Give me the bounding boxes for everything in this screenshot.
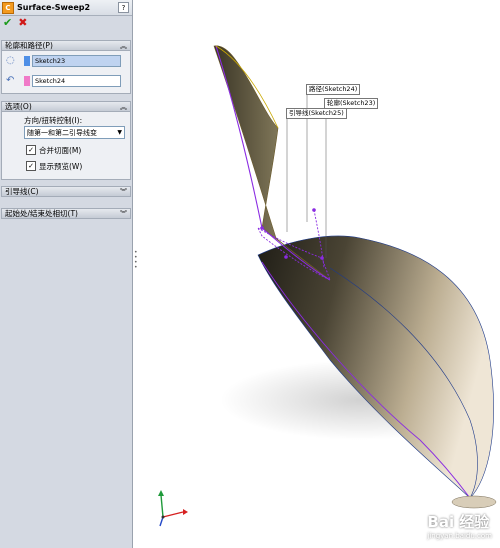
merge-faces-checkbox[interactable]: ✓ 合并切面(M) — [26, 142, 130, 158]
path-callout[interactable]: 路径(Sketch24) — [306, 84, 361, 95]
expand-chevron-icon[interactable]: ︾ — [120, 187, 127, 197]
path-row: ↶ Sketch24 — [2, 71, 130, 91]
expand-chevron-icon[interactable]: ︾ — [120, 209, 127, 219]
watermark: Bai 经验 jingyan.baidu.com — [427, 511, 492, 540]
graphics-viewport[interactable] — [138, 0, 500, 548]
profile-selection-box[interactable]: Sketch23 — [32, 55, 121, 67]
collapse-chevron-icon[interactable]: ︽ — [120, 102, 127, 112]
profile-path-header-label: 轮廓和路径(P) — [5, 41, 53, 50]
collapse-chevron-icon[interactable]: ︽ — [120, 41, 127, 51]
axis-triad-icon — [158, 490, 188, 527]
sketch-point — [284, 255, 288, 259]
profile-path-header[interactable]: 轮廓和路径(P) ︽ — [1, 40, 131, 51]
merge-faces-label: 合并切面(M) — [39, 145, 82, 155]
checkbox-checked-icon: ✓ — [26, 145, 36, 155]
sweep-feature-icon: C — [2, 1, 14, 14]
cancel-button[interactable]: ✖ — [18, 17, 27, 28]
profile-path-group: 轮廓和路径(P) ︽ ◌ Sketch23 ↶ Sketch24 — [1, 40, 131, 94]
confirm-bar: ✔ ✖ — [0, 16, 132, 30]
guide-callout[interactable]: 引导线(Sketch25) — [286, 108, 347, 119]
sketch-point — [260, 226, 264, 230]
show-preview-label: 显示预览(W) — [39, 161, 83, 171]
orientation-value: 随第一和第二引导线变 — [27, 128, 97, 137]
property-manager: C Surface-Sweep2 ? ✔ ✖ 轮廓和路径(P) ︽ ◌ Sket… — [0, 0, 133, 548]
tangency-header-label: 起始处/结束处相切(T) — [5, 209, 78, 218]
feature-title: Surface-Sweep2 — [17, 3, 91, 12]
checkbox-checked-icon: ✓ — [26, 161, 36, 171]
path-icon: ↶ — [6, 75, 15, 86]
orientation-label: 方向/扭转控制(I): — [24, 116, 83, 125]
orientation-dropdown[interactable]: 随第一和第二引导线变 ▼ — [24, 126, 125, 139]
tangency-header[interactable]: 起始处/结束处相切(T) ︾ — [1, 208, 131, 219]
chevron-down-icon: ▼ — [117, 129, 122, 136]
options-body: 方向/扭转控制(I): 随第一和第二引导线变 ▼ ✓ 合并切面(M) ✓ 显示预… — [1, 112, 131, 180]
tangency-group: 起始处/结束处相切(T) ︾ — [1, 208, 131, 219]
profile-color-swatch — [24, 56, 30, 66]
path-selection-box[interactable]: Sketch24 — [32, 75, 121, 87]
profile-row: ◌ Sketch23 — [2, 51, 130, 71]
options-group: 选项(O) ︽ 方向/扭转控制(I): 随第一和第二引导线变 ▼ ✓ 合并切面(… — [1, 101, 131, 180]
guide-curves-header-label: 引导线(C) — [5, 187, 39, 196]
options-header[interactable]: 选项(O) ︽ — [1, 101, 131, 112]
options-header-label: 选项(O) — [5, 102, 32, 111]
path-color-swatch — [24, 76, 30, 86]
watermark-sub: jingyan.baidu.com — [427, 532, 492, 540]
watermark-main: Bai 经验 — [427, 513, 490, 531]
profile-path-body: ◌ Sketch23 ↶ Sketch24 — [1, 51, 131, 94]
profile-icon: ◌ — [6, 55, 15, 66]
body-end-cap — [451, 495, 497, 509]
show-preview-checkbox[interactable]: ✓ 显示预览(W) — [26, 158, 130, 174]
feature-title-bar: C Surface-Sweep2 ? — [0, 0, 132, 16]
guide-curves-group: 引导线(C) ︾ — [1, 186, 131, 197]
guide-curves-header[interactable]: 引导线(C) ︾ — [1, 186, 131, 197]
sketch-point — [320, 256, 324, 260]
ok-button[interactable]: ✔ — [3, 17, 12, 28]
sketch-point — [312, 208, 316, 212]
help-button[interactable]: ? — [118, 2, 129, 13]
